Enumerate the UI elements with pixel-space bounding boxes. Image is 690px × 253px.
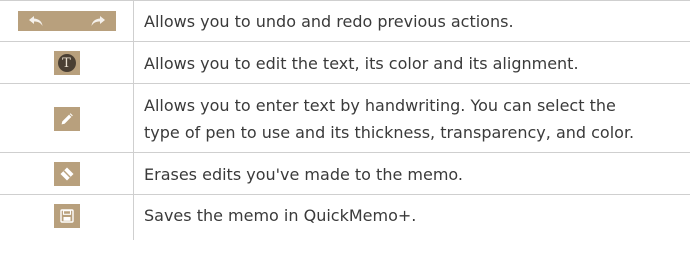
undo-icon (28, 15, 44, 27)
text-button: T (53, 51, 80, 75)
table-row-save: Saves the memo in QuickMemo+. (0, 195, 690, 240)
table-row-text: T Allows you to edit the text, its color… (0, 42, 690, 84)
description-line-1: Allows you to enter text by handwriting.… (144, 95, 616, 115)
icon-cell (0, 84, 134, 153)
icon-cell (0, 195, 134, 240)
icon-cell: T (0, 42, 134, 84)
row-description: Saves the memo in QuickMemo+. (144, 206, 417, 225)
text-icon: T (57, 54, 76, 72)
save-button (53, 204, 80, 228)
pen-icon (60, 112, 74, 126)
table-row-undo-redo: Allows you to undo and redo previous act… (0, 0, 690, 42)
undo-redo-button-strip (17, 11, 116, 31)
icon-cell (0, 153, 134, 195)
feature-table: Allows you to undo and redo previous act… (0, 0, 690, 240)
redo-icon (90, 15, 106, 27)
eraser-button (53, 162, 80, 186)
save-icon (59, 209, 74, 223)
row-description: Allows you to enter text by handwriting.… (134, 84, 690, 153)
row-description: Allows you to undo and redo previous act… (144, 11, 514, 31)
table-row-pen: Allows you to enter text by handwriting.… (0, 84, 690, 153)
row-description: Allows you to edit the text, its color a… (144, 53, 579, 73)
row-description: Erases edits you've made to the memo. (144, 164, 464, 184)
icon-cell (0, 0, 134, 42)
eraser-icon (59, 166, 75, 182)
table-row-eraser: Erases edits you've made to the memo. (0, 153, 690, 195)
description-line-2: type of pen to use and its thickness, tr… (144, 122, 635, 142)
text-icon-letter: T (62, 55, 71, 71)
pen-button (53, 106, 80, 131)
